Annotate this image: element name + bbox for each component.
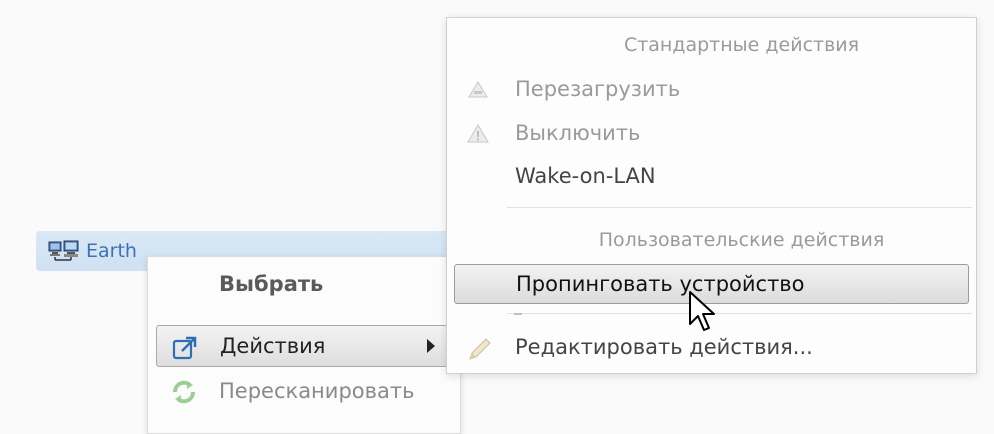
- menu-item-rescan[interactable]: Пересканировать: [156, 370, 448, 412]
- section-title-standard: Стандартные действия: [623, 34, 860, 56]
- separator: [507, 313, 972, 314]
- menu-item-label: Действия: [220, 334, 326, 358]
- section-title-user: Пользовательские действия: [598, 229, 885, 251]
- submenu-item-wake-on-lan[interactable]: Wake-on-LAN: [454, 156, 969, 196]
- separator: [507, 207, 972, 208]
- submenu-item-label: Перезагрузить: [515, 77, 681, 101]
- menu-item-label: Выбрать: [219, 272, 324, 296]
- menu-item-label: Пересканировать: [219, 379, 415, 403]
- submenu-item-label: Пропинговать устройство: [516, 272, 805, 296]
- external-link-icon: [171, 334, 199, 362]
- restart-icon: [466, 78, 490, 102]
- network-computer-icon: [48, 240, 80, 262]
- mouse-cursor-icon: [688, 290, 718, 336]
- clipped-text-fragment: [514, 313, 522, 319]
- context-menu: Выбрать Действия Пересканировать: [147, 256, 461, 434]
- submenu-item-shutdown[interactable]: Выключить: [454, 113, 969, 153]
- node-label: Earth: [86, 240, 137, 262]
- pencil-icon: [466, 336, 491, 360]
- submenu-item-label: Wake-on-LAN: [515, 164, 656, 188]
- submenu-item-restart[interactable]: Перезагрузить: [454, 69, 969, 109]
- submenu-item-label: Выключить: [515, 121, 641, 145]
- submenu-item-label: Редактировать действия...: [515, 335, 813, 359]
- menu-item-actions[interactable]: Действия: [156, 325, 448, 367]
- warning-icon: [466, 122, 490, 146]
- chevron-right-icon: [427, 339, 435, 353]
- menu-item-select[interactable]: Выбрать: [156, 263, 448, 305]
- refresh-icon: [170, 378, 198, 406]
